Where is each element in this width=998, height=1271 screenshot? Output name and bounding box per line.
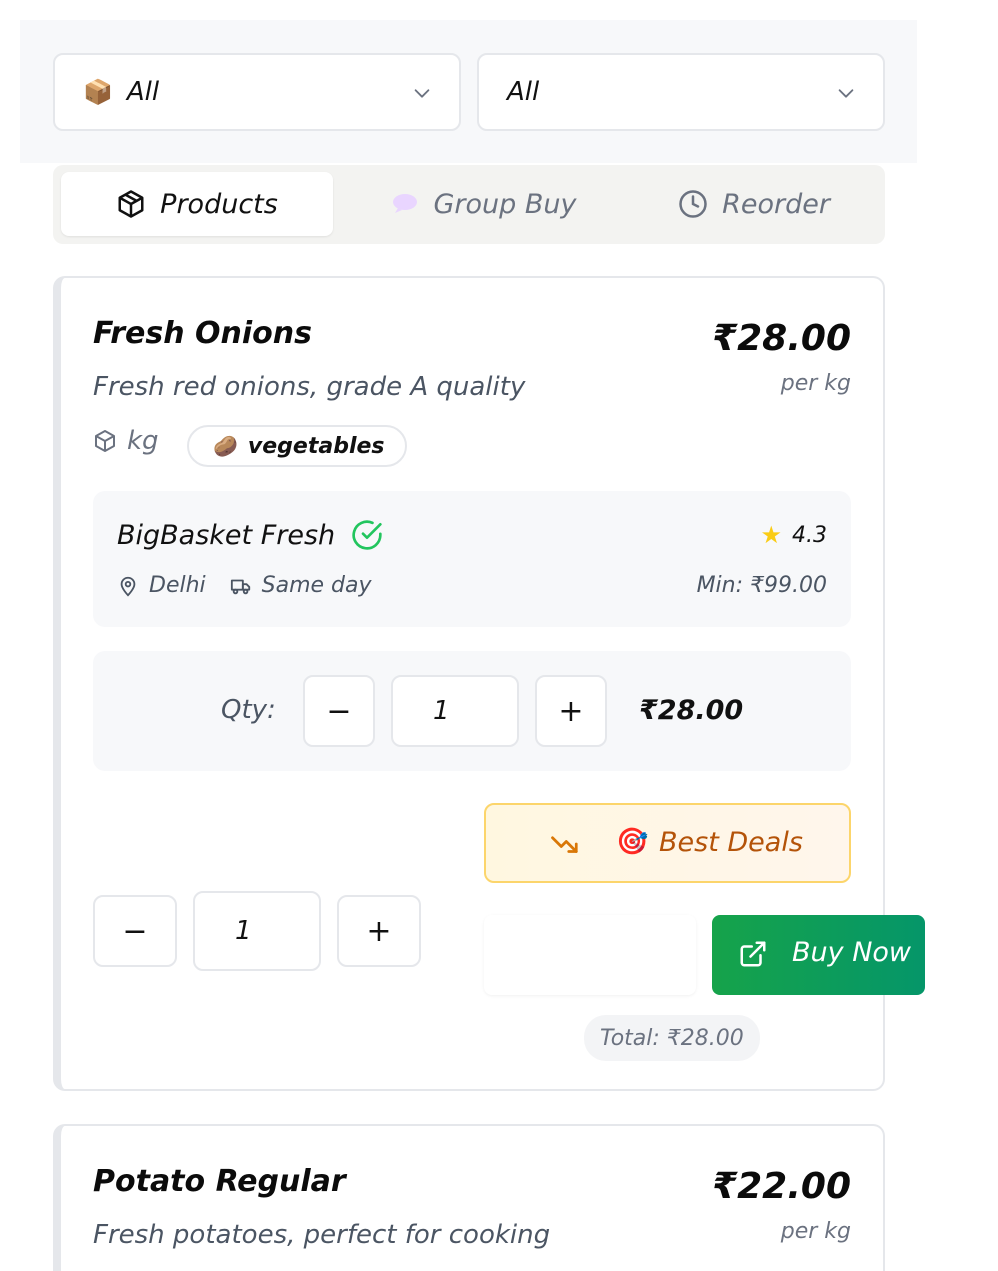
verified-check-icon: [352, 520, 382, 550]
category-badge: 🥔 vegetables: [187, 425, 407, 467]
external-link-icon: [740, 941, 766, 967]
plus-icon: +: [366, 913, 392, 949]
vendor-location: Delhi: [149, 573, 206, 598]
plus-icon: +: [558, 693, 584, 729]
clock-icon: [679, 190, 707, 218]
best-deals-label: Best Deals: [659, 827, 803, 858]
buy-now-button[interactable]: Buy Now: [712, 915, 925, 995]
truck-icon: [230, 579, 250, 594]
category-badge-label: vegetables: [247, 433, 385, 459]
product-name: Fresh Onions: [93, 316, 312, 351]
decrease-quantity-button-secondary[interactable]: −: [93, 895, 177, 967]
star-icon: ★: [760, 521, 782, 549]
location-filter-value: All: [507, 77, 540, 107]
quantity-label: Qty:: [221, 695, 276, 725]
minus-icon: −: [326, 693, 352, 729]
increase-quantity-button[interactable]: +: [535, 675, 607, 747]
tab-products-label: Products: [160, 188, 278, 220]
vendor-meta: Delhi Same day: [117, 573, 372, 598]
product-unit-label: kg: [127, 426, 159, 456]
buy-now-label: Buy Now: [792, 937, 911, 968]
order-total: Total: ₹28.00: [584, 1015, 760, 1061]
empty-action-slot: [484, 915, 696, 995]
product-price: ₹22.00: [712, 1166, 851, 1207]
vendor-rating-value: 4.3: [792, 522, 827, 548]
quantity-value: 1: [433, 696, 450, 726]
product-price-unit: per kg: [780, 371, 851, 396]
location-filter-select[interactable]: All: [477, 53, 885, 131]
vendor-name: BigBasket Fresh: [117, 519, 383, 551]
product-card: Potato Regular Fresh potatoes, perfect f…: [53, 1124, 885, 1271]
quantity-input[interactable]: 1: [391, 675, 519, 747]
category-filter-select[interactable]: 📦 All: [53, 53, 461, 131]
location-pin-icon: [120, 576, 136, 596]
product-price: ₹28.00: [712, 318, 851, 359]
product-name: Potato Regular: [93, 1164, 346, 1199]
vendor-info: BigBasket Fresh ★ 4.3 Delhi Same day Min…: [93, 491, 851, 627]
filter-bar: 📦 All All: [20, 20, 917, 163]
category-filter-value: All: [126, 77, 160, 107]
potato-icon: 🥔: [213, 434, 238, 458]
vendor-delivery: Same day: [261, 573, 372, 598]
tab-reorder[interactable]: Reorder: [643, 172, 865, 236]
vendor-min-order: Min: ₹99.00: [696, 573, 827, 598]
quantity-input-secondary[interactable]: 1: [193, 891, 321, 971]
tab-reorder-label: Reorder: [722, 188, 830, 220]
chevron-down-icon: [838, 89, 854, 98]
increase-quantity-button-secondary[interactable]: +: [337, 895, 421, 967]
quantity-panel: Qty: − 1 + ₹28.00: [93, 651, 851, 771]
cube-icon: [118, 190, 144, 218]
product-unit: kg: [93, 426, 159, 456]
tab-group-buy[interactable]: Group Buy: [353, 172, 613, 236]
speech-bubble-icon: [392, 194, 417, 213]
vendor-rating: ★ 4.3: [760, 521, 827, 549]
product-description: Fresh red onions, grade A quality: [93, 372, 526, 402]
quantity-total: ₹28.00: [639, 695, 744, 726]
tab-products[interactable]: Products: [61, 172, 333, 236]
product-price-unit: per kg: [780, 1219, 851, 1244]
minus-icon: −: [122, 913, 148, 949]
best-deals-button[interactable]: 🎯 Best Deals: [484, 803, 851, 883]
product-description: Fresh potatoes, perfect for cooking: [93, 1220, 551, 1250]
product-card: Fresh Onions Fresh red onions, grade A q…: [53, 276, 925, 1091]
vendor-name-label: BigBasket Fresh: [117, 519, 336, 551]
target-icon: 🎯: [616, 827, 649, 857]
trending-down-icon: [551, 836, 578, 853]
package-icon: 📦: [83, 78, 113, 106]
decrease-quantity-button[interactable]: −: [303, 675, 375, 747]
quantity-value-secondary: 1: [235, 916, 252, 946]
chevron-down-icon: [414, 89, 430, 98]
tab-group-buy-label: Group Buy: [433, 188, 577, 220]
tab-bar: Products Group Buy Reorder: [53, 165, 885, 244]
package-outline-icon: [95, 430, 115, 452]
